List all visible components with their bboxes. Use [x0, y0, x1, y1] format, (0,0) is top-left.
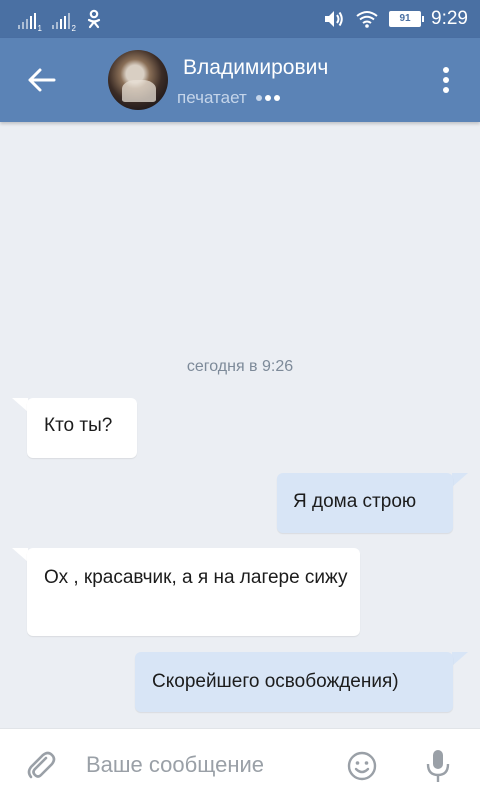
wifi-icon: [356, 11, 378, 28]
volume-icon: [325, 11, 343, 27]
status-time: 9:29: [431, 8, 468, 29]
typing-status: печатает: [177, 88, 280, 108]
message-text: Ох , красавчик, а я на лагере сижу: [44, 567, 348, 588]
chat-header: Владимирович печатает: [0, 38, 480, 122]
sim1-label: 1: [37, 24, 42, 33]
typing-status-label: печатает: [177, 88, 247, 107]
message-bubble-incoming[interactable]: Кто ты?: [27, 398, 137, 458]
message-bubble-incoming[interactable]: Ох , красавчик, а я на лагере сижу: [27, 548, 360, 636]
avatar[interactable]: [108, 50, 168, 110]
paperclip-icon[interactable]: [24, 749, 58, 783]
message-text: Скорейшего освобождения): [152, 671, 399, 692]
microphone-icon[interactable]: [425, 748, 451, 784]
message-composer: [0, 728, 480, 801]
signal-sim1-icon: 1: [18, 11, 42, 33]
signal-sim2-icon: 2: [52, 11, 76, 33]
message-text: Кто ты?: [44, 415, 113, 436]
date-separator: сегодня в 9:26: [186, 358, 294, 375]
emoji-icon[interactable]: [346, 750, 378, 782]
bubble-tail: [12, 398, 28, 412]
bubble-tail: [12, 548, 28, 562]
odnoklassniki-icon: [87, 9, 101, 29]
sim2-label: 2: [71, 24, 76, 33]
message-text: Я дома строю: [293, 491, 417, 512]
message-input[interactable]: [86, 747, 326, 783]
contact-name[interactable]: Владимирович: [183, 56, 328, 80]
message-bubble-outgoing[interactable]: Скорейшего освобождения): [135, 652, 453, 712]
back-arrow-icon[interactable]: [22, 60, 62, 100]
bubble-tail: [452, 473, 468, 487]
message-bubble-outgoing[interactable]: Я дома строю: [277, 473, 453, 533]
typing-dots-icon: [255, 95, 280, 101]
more-vertical-icon[interactable]: [434, 64, 458, 96]
bubble-tail: [452, 652, 468, 666]
battery-icon: 91: [389, 11, 425, 27]
status-bar: 1 2 91 9:29: [0, 0, 480, 38]
